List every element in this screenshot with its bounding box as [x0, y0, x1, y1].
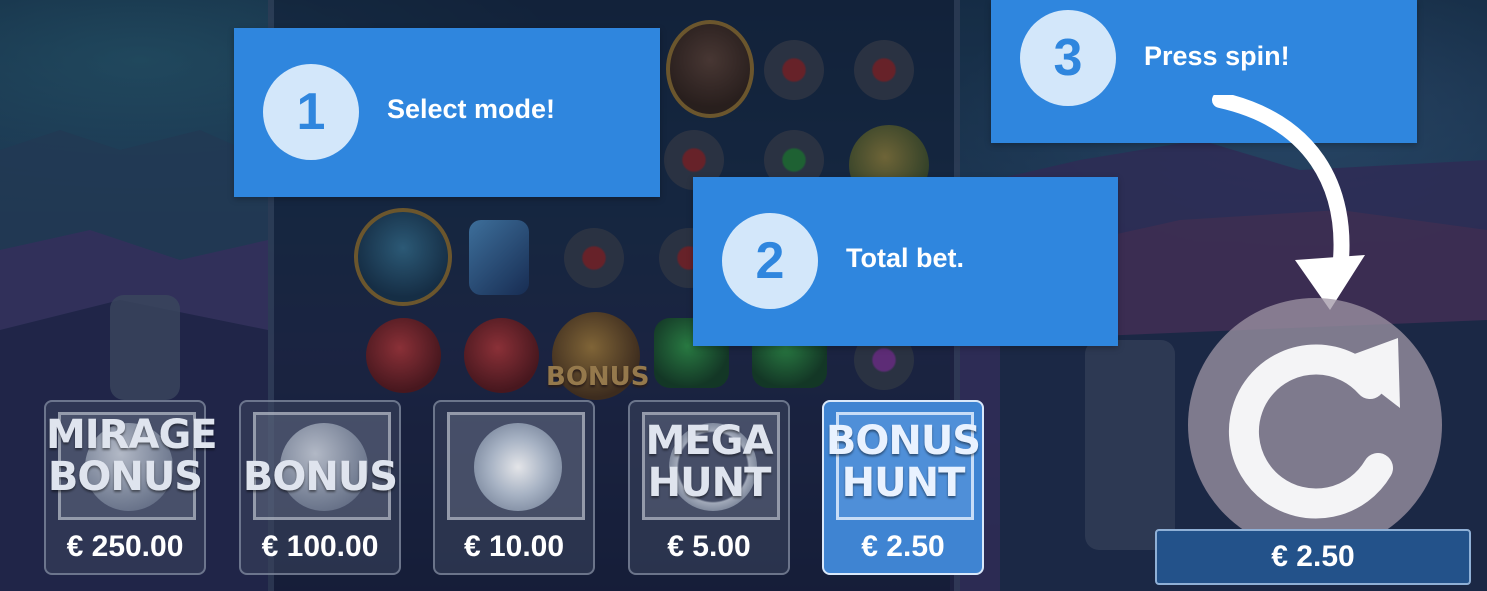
spin-arrow-icon	[1228, 338, 1400, 519]
mode-card-bonus-hunt[interactable]: BONUS HUNT € 2.50	[822, 400, 984, 575]
mode-orb-icon	[474, 423, 562, 511]
mode-title-line1: MEGA	[645, 418, 774, 464]
mode-card-bonus[interactable]: BONUS € 100.00	[239, 400, 401, 575]
mode-title-line1: MIRAGE	[46, 412, 218, 458]
mode-title-line2: BONUS	[242, 454, 398, 500]
mode-art	[447, 412, 585, 520]
mode-price: € 100.00	[261, 530, 379, 563]
step-text: Total bet.	[846, 243, 964, 273]
mode-title: BONUS HUNT	[824, 420, 982, 504]
mode-price: € 10.00	[463, 530, 565, 563]
tutorial-step-1: 1 Select mode!	[234, 28, 660, 197]
step-number-badge: 1	[263, 64, 359, 160]
curved-arrow-icon	[1212, 95, 1365, 310]
total-bet-display[interactable]: € 2.50	[1155, 529, 1471, 585]
mode-title-line2: HUNT	[841, 460, 966, 506]
mode-title: MEGA HUNT	[630, 420, 788, 504]
mode-card-mega-hunt[interactable]: MEGA HUNT € 5.00	[628, 400, 790, 575]
mode-title-line2: BONUS	[47, 454, 203, 500]
mode-title: BONUS	[241, 456, 399, 498]
mode-card-mirage-bonus[interactable]: MIRAGE BONUS € 250.00	[44, 400, 218, 575]
mode-title-line2: HUNT	[647, 460, 772, 506]
game-scene: BONUS 1 Select mode! 2 Total bet. 3 Pres…	[0, 0, 1487, 591]
tutorial-step-2: 2 Total bet.	[693, 177, 1118, 346]
mode-price: € 250.00	[66, 530, 184, 563]
mode-price: € 5.00	[667, 530, 751, 563]
step-text: Select mode!	[387, 94, 556, 124]
step-number-badge: 3	[1020, 10, 1116, 106]
mode-title: MIRAGE BONUS	[46, 412, 218, 500]
step-number-badge: 2	[722, 213, 818, 309]
spin-button[interactable]	[1188, 298, 1442, 552]
step-text: Press spin!	[1144, 41, 1290, 71]
mode-title-line1: BONUS	[825, 418, 981, 464]
mode-price: € 2.50	[861, 530, 945, 563]
mode-card-orb[interactable]: € 10.00	[433, 400, 595, 575]
